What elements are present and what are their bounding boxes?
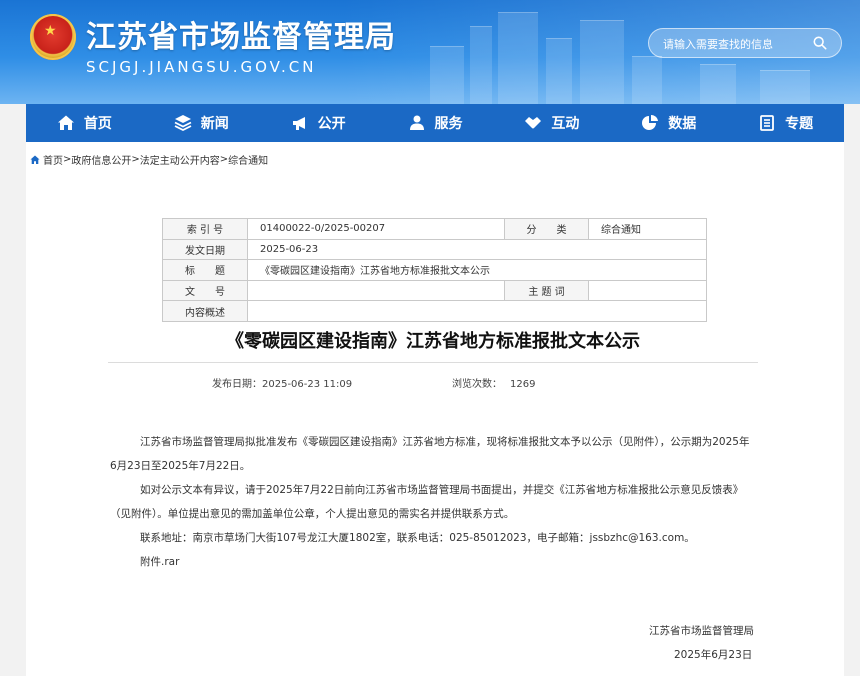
breadcrumb-link[interactable]: 法定主动公开内容: [140, 152, 220, 167]
site-domain: SCJGJ.JIANGSU.GOV.CN: [86, 58, 317, 76]
views-count: 1269: [510, 379, 536, 390]
search-icon[interactable]: [813, 36, 827, 50]
nav-item-service[interactable]: 服务: [377, 104, 494, 142]
building-decoration: [470, 26, 492, 104]
nav-item-label: 专题: [785, 116, 814, 132]
people-icon: [409, 115, 424, 130]
national-emblem-icon: ★: [30, 14, 76, 60]
sign-date: 2025年6月23日: [674, 649, 753, 661]
breadcrumb-link[interactable]: 政府信息公开: [71, 152, 131, 167]
nav-item-label: 互动: [551, 116, 580, 132]
summary-value: [247, 300, 707, 322]
views-label: 浏览次数：: [452, 379, 502, 390]
keyword-label: 主 题 词: [504, 279, 589, 302]
category-value: 综合通知: [588, 218, 707, 240]
nav-item-label: 首页: [83, 116, 112, 132]
main-nav: 首页 新闻 公开 服务 互动 数据 专题: [26, 104, 844, 142]
nav-item-label: 公开: [317, 116, 346, 132]
summary-label: 内容概述: [162, 300, 248, 322]
article-body: 江苏省市场监督管理局拟批准发布《零碳园区建设指南》江苏省地方标准，现将标准报批文…: [110, 430, 756, 574]
date-value: 2025-06-23: [247, 238, 707, 261]
nav-item-topics[interactable]: 专题: [727, 104, 844, 142]
index-label: 索 引 号: [162, 218, 248, 240]
nav-item-label: 数据: [668, 116, 697, 132]
title-divider: [108, 362, 758, 363]
layers-icon: [174, 115, 192, 132]
signer: 江苏省市场监督管理局: [649, 625, 754, 637]
building-decoration: [700, 64, 736, 104]
nav-item-open[interactable]: 公开: [260, 104, 377, 142]
table-row: 内容概述: [162, 300, 707, 322]
pie-chart-icon: [642, 114, 659, 130]
nav-item-data[interactable]: 数据: [610, 104, 727, 142]
article-title: 《零碳园区建设指南》江苏省地方标准报批文本公示: [226, 331, 640, 352]
home-icon: [57, 115, 74, 130]
building-decoration: [580, 20, 624, 104]
building-decoration: [430, 46, 464, 104]
publish-date: 2025-06-23 11:09: [262, 379, 353, 390]
document-meta-table: 索 引 号 01400022-0/2025-00207 分 类 综合通知 发文日…: [162, 218, 707, 322]
document-icon: [760, 115, 774, 131]
handshake-icon: [525, 117, 542, 129]
building-decoration: [546, 38, 572, 104]
megaphone-icon: [292, 117, 305, 130]
attachment-link[interactable]: 附件.rar: [140, 556, 179, 568]
building-decoration: [632, 56, 662, 104]
breadcrumb-link[interactable]: 首页: [43, 152, 63, 167]
search-input[interactable]: [663, 35, 803, 53]
breadcrumb-separator: >: [131, 154, 140, 165]
table-row: 文 号 主 题 词: [162, 279, 707, 302]
site-header: ★ 江苏省市场监督管理局 SCJGJ.JIANGSU.GOV.CN: [0, 0, 860, 104]
breadcrumb-separator: >: [219, 154, 229, 165]
search-box: [648, 28, 842, 58]
nav-item-label: 服务: [434, 116, 463, 132]
title-label: 标 题: [162, 259, 248, 281]
views-info: 浏览次数： 1269: [452, 375, 535, 390]
table-row: 标 题 《零碳园区建设指南》江苏省地方标准报批文本公示: [162, 259, 707, 281]
date-label: 发文日期: [162, 238, 248, 261]
publish-label: 发布日期：: [212, 379, 262, 390]
breadcrumb-separator: >: [63, 154, 72, 165]
publish-info: 发布日期：2025-06-23 11:09: [212, 375, 352, 390]
docno-value: [247, 279, 505, 302]
body-paragraph: 江苏省市场监督管理局拟批准发布《零碳园区建设指南》江苏省地方标准，现将标准报批文…: [110, 436, 750, 472]
category-label: 分 类: [504, 218, 589, 240]
docno-label: 文 号: [162, 279, 248, 302]
body-paragraph: 联系地址：南京市草场门大街107号龙江大厦1802室，联系电话：025-8501…: [140, 532, 695, 544]
building-decoration: [760, 70, 810, 104]
body-paragraph: 如对公示文本有异议，请于2025年7月22日前向江苏省市场监督管理局书面提出，并…: [110, 484, 744, 520]
breadcrumb-link[interactable]: 综合通知: [228, 152, 268, 167]
table-row: 索 引 号 01400022-0/2025-00207 分 类 综合通知: [162, 218, 707, 240]
breadcrumb: 首页 > 政府信息公开 > 法定主动公开内容 > 综合通知: [30, 152, 268, 167]
building-decoration: [498, 12, 538, 104]
site-title: 江苏省市场监督管理局: [86, 20, 396, 55]
home-icon: [30, 155, 40, 164]
index-value: 01400022-0/2025-00207: [247, 218, 505, 240]
nav-item-interact[interactable]: 互动: [493, 104, 610, 142]
nav-item-home[interactable]: 首页: [26, 104, 143, 142]
table-row: 发文日期 2025-06-23: [162, 238, 707, 261]
nav-item-news[interactable]: 新闻: [143, 104, 260, 142]
title-value: 《零碳园区建设指南》江苏省地方标准报批文本公示: [247, 259, 707, 281]
keyword-value: [588, 279, 707, 302]
nav-item-label: 新闻: [200, 116, 229, 132]
